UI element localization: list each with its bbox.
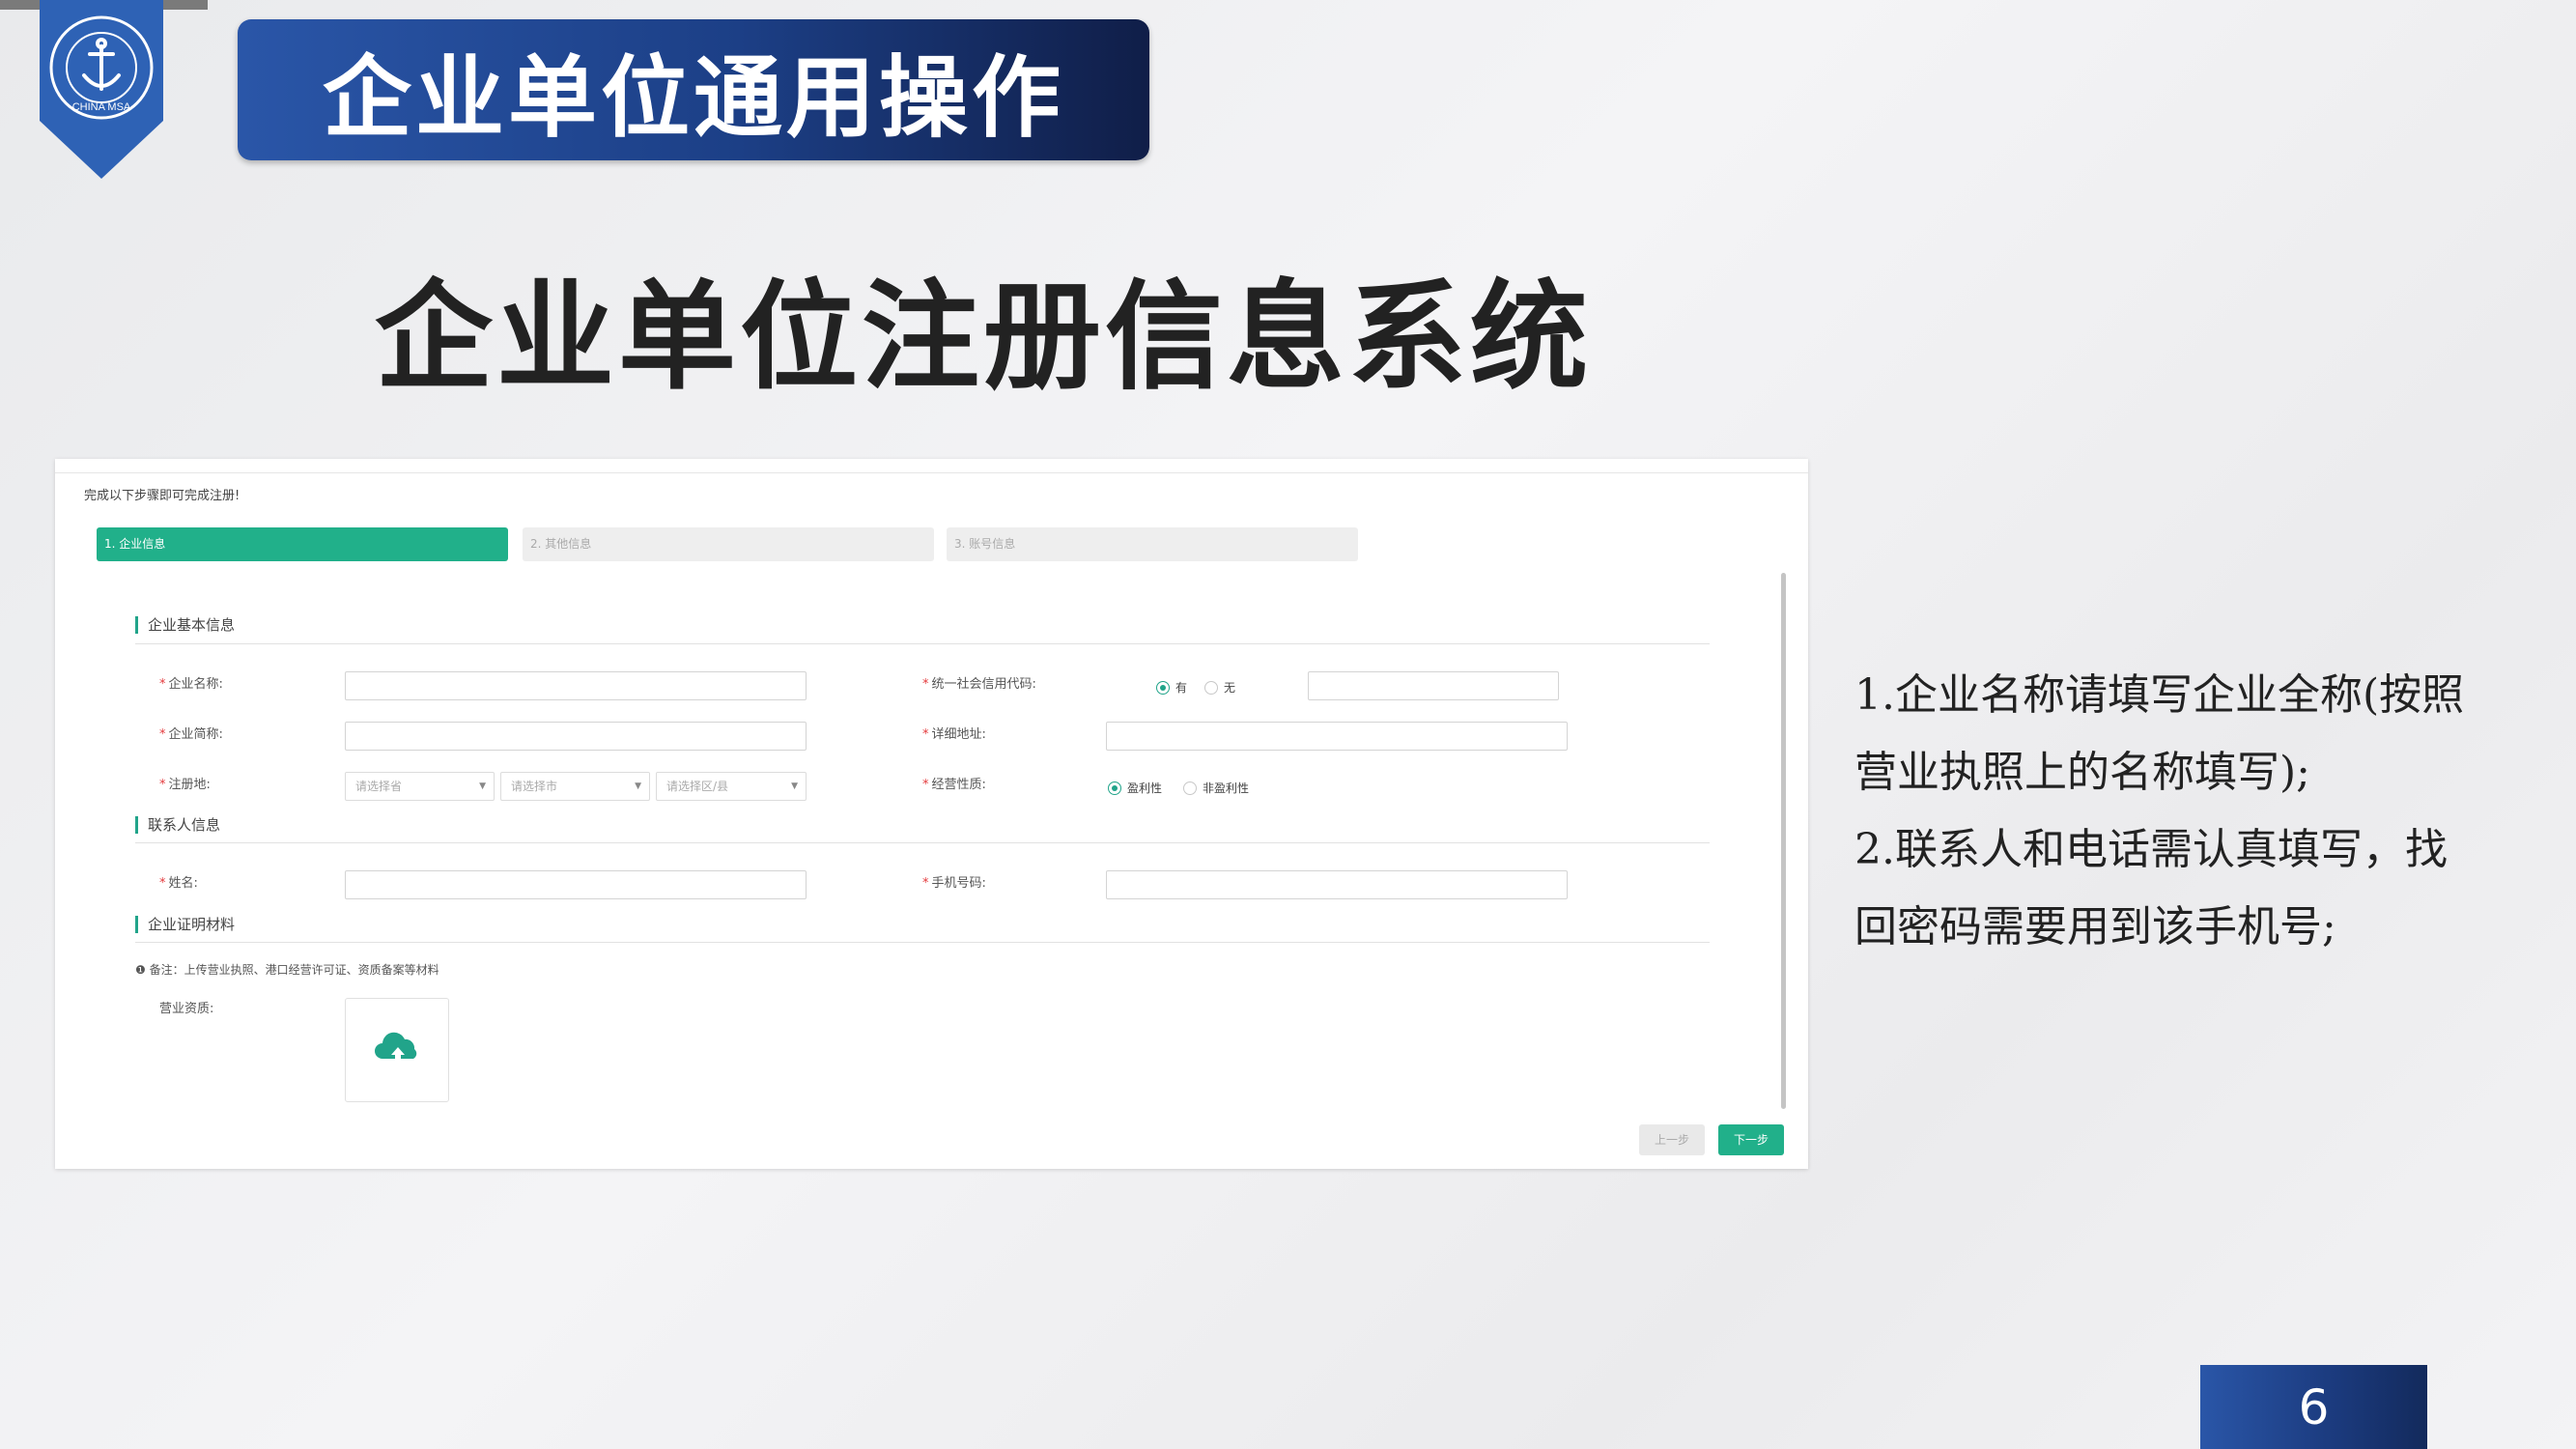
step-account-info[interactable]: 3. 账号信息	[947, 527, 1358, 561]
city-select[interactable]: 请选择市 ▼	[500, 772, 650, 801]
divider	[135, 643, 1710, 644]
license-upload-box[interactable]	[345, 998, 449, 1102]
label-short-name: * 企业简称:	[159, 727, 223, 742]
chevron-down-icon: ▼	[635, 781, 641, 791]
divider	[135, 842, 1710, 843]
svg-text:CHINA MSA: CHINA MSA	[72, 101, 131, 113]
radio-credit-none[interactable]: 无	[1204, 679, 1235, 696]
label-company-name: * 企业名称:	[159, 677, 223, 692]
company-name-input[interactable]	[345, 671, 807, 700]
radio-nonprofit[interactable]: 非盈利性	[1183, 780, 1249, 796]
province-select[interactable]: 请选择省 ▼	[345, 772, 495, 801]
label-nature: * 经营性质:	[922, 778, 986, 792]
radio-dot	[1156, 680, 1170, 695]
contact-name-input[interactable]	[345, 870, 807, 899]
upload-note: ❶ 备注：上传营业执照、港口经营许可证、资质备案等材料	[135, 963, 439, 977]
credit-code-input[interactable]	[1308, 671, 1559, 700]
short-name-input[interactable]	[345, 722, 807, 751]
step-other-info[interactable]: 2. 其他信息	[523, 527, 934, 561]
label-reg-place: * 注册地:	[159, 778, 211, 792]
header-bar: 企业单位通用操作	[238, 19, 1149, 160]
divider	[55, 472, 1808, 473]
label-name: * 姓名:	[159, 876, 198, 891]
section-contact-info: 联系人信息	[135, 816, 220, 834]
main-title: 企业单位注册信息系统	[375, 267, 1592, 406]
form-intro: 完成以下步骤即可完成注册!	[84, 489, 241, 503]
address-input[interactable]	[1106, 722, 1568, 751]
next-step-button[interactable]: 下一步	[1718, 1124, 1784, 1155]
chevron-down-icon: ▼	[479, 781, 486, 791]
section-cert-materials: 企业证明材料	[135, 916, 235, 933]
note-item: 1.企业名称请填写企业全称(按照营业执照上的名称填写);	[1854, 670, 2465, 797]
radio-dot	[1183, 781, 1197, 795]
divider	[135, 942, 1710, 943]
label-credit-code: * 统一社会信用代码:	[922, 677, 1036, 692]
note-item: 2.联系人和电话需认真填写，找回密码需要用到该手机号;	[1854, 825, 2448, 952]
radio-dot	[1204, 680, 1218, 695]
radio-dot	[1108, 781, 1121, 795]
msa-badge-logo: CHINA MSA	[40, 0, 163, 179]
section-basic-info: 企业基本信息	[135, 616, 235, 634]
step-company-info[interactable]: 1. 企业信息	[97, 527, 508, 561]
cloud-upload-icon	[375, 1032, 417, 1063]
registration-form-screenshot: 完成以下步骤即可完成注册! 1. 企业信息 2. 其他信息 3. 账号信息 企业…	[55, 459, 1808, 1169]
phone-input[interactable]	[1106, 870, 1568, 899]
radio-profit[interactable]: 盈利性	[1108, 780, 1162, 796]
page-number: 6	[2200, 1365, 2427, 1449]
side-notes: 1.企业名称请填写企业全称(按照营业执照上的名称填写); 2.联系人和电话需认真…	[1854, 657, 2473, 966]
label-phone: * 手机号码:	[922, 876, 986, 891]
district-select[interactable]: 请选择区/县 ▼	[656, 772, 807, 801]
label-license: 营业资质:	[159, 1002, 214, 1016]
radio-credit-has[interactable]: 有	[1156, 679, 1187, 696]
label-address: * 详细地址:	[922, 727, 986, 742]
prev-step-button[interactable]: 上一步	[1639, 1124, 1705, 1155]
header-title: 企业单位通用操作	[322, 45, 1064, 150]
info-icon: ❶	[135, 963, 150, 977]
scrollbar[interactable]	[1781, 573, 1786, 1109]
chevron-down-icon: ▼	[791, 781, 798, 791]
